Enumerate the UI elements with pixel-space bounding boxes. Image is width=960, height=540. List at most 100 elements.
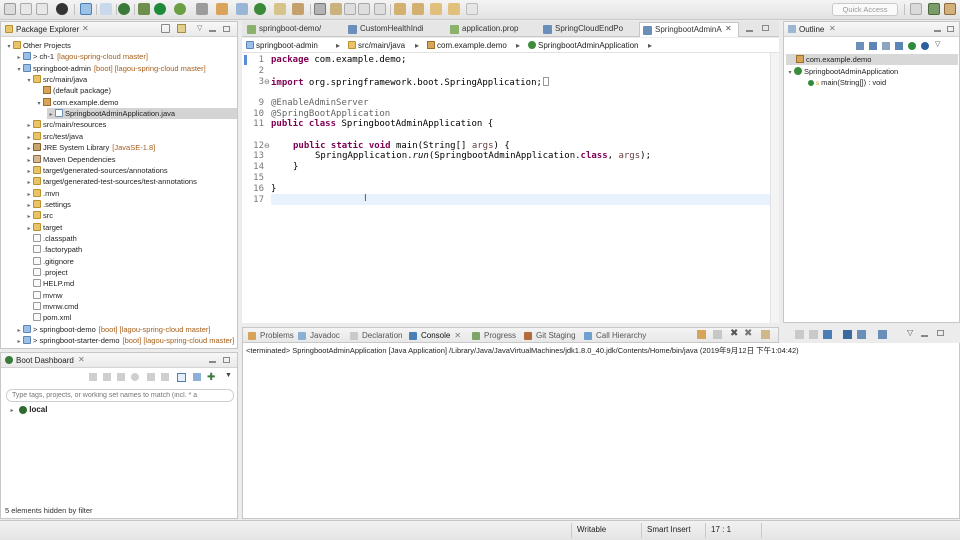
run-icon[interactable] — [154, 3, 166, 15]
tree-item[interactable]: (default package) — [35, 85, 111, 96]
maximize-icon[interactable] — [223, 357, 230, 363]
expand-arrow-icon[interactable]: ▾ — [25, 76, 33, 87]
mark-occurrences-icon[interactable] — [330, 3, 342, 15]
open-perspective-icon[interactable] — [910, 3, 922, 15]
console-icon[interactable] — [147, 373, 155, 381]
block-selection-icon[interactable] — [344, 3, 356, 15]
close-icon[interactable]: ✕ — [82, 24, 89, 33]
minimize-icon[interactable] — [209, 30, 216, 32]
tree-item[interactable]: .factorypath — [25, 244, 82, 255]
open-browser-icon[interactable] — [131, 373, 139, 381]
tab-springboot-demo[interactable]: springboot-demo/ — [244, 22, 344, 37]
tab-application-properties[interactable]: application.prop — [447, 22, 540, 37]
show-on-output-icon[interactable] — [823, 330, 832, 339]
breadcrumb-class[interactable]: SpringbootAdminApplication — [528, 41, 639, 50]
view-menu-icon[interactable]: ▽ — [935, 40, 940, 48]
expand-arrow-icon[interactable]: ▾ — [5, 42, 13, 53]
tree-item[interactable]: ▾ springboot-admin [boot] [lagou-spring-cl… — [15, 63, 206, 74]
expand-arrow-icon[interactable]: ▸ — [9, 407, 15, 414]
clear-console-icon[interactable] — [761, 330, 770, 339]
debug-icon[interactable] — [103, 373, 111, 381]
tree-item[interactable]: ▸ > ch-1 [lagou-spring-cloud master] — [15, 51, 148, 62]
tab-console[interactable]: Console ✕ — [409, 331, 461, 340]
tree-item[interactable]: ▸ SpringbootAdminApplication.java — [47, 108, 237, 120]
tab-custom-health[interactable]: CustomHealthIndi — [345, 22, 445, 37]
debug-icon[interactable] — [118, 3, 130, 15]
debug-perspective-icon[interactable] — [944, 3, 956, 15]
local-target[interactable]: ▸ local — [9, 405, 47, 414]
toggle-breadcrumb-icon[interactable] — [314, 3, 326, 15]
open-type-icon[interactable] — [274, 3, 286, 15]
spring-new-icon[interactable] — [254, 3, 266, 15]
maximize-icon[interactable] — [937, 330, 944, 336]
tree-item[interactable]: mvnw.cmd — [25, 301, 78, 312]
console-output-area[interactable]: <terminated> SpringbootAdminApplication … — [242, 343, 960, 519]
boot-filter-input[interactable] — [6, 389, 234, 402]
expand-arrow-icon[interactable]: ▾ — [786, 68, 794, 79]
quick-access-field[interactable]: Quick Access — [832, 3, 898, 16]
expand-arrow-icon[interactable]: ▾ — [15, 65, 23, 76]
collapse-all-icon[interactable] — [161, 24, 170, 33]
layout-icon[interactable] — [177, 373, 186, 382]
fold-toggle-icon[interactable]: ⊖ — [264, 142, 270, 150]
outline-item-main-method[interactable]: s main(String[]) : void — [808, 77, 886, 88]
breadcrumb-project[interactable]: springboot-admin — [246, 41, 318, 50]
boot-dashboard-title[interactable]: Boot Dashboard — [16, 356, 74, 365]
user-icon[interactable] — [56, 3, 68, 15]
tree-item[interactable]: .gitignore — [25, 256, 74, 267]
tab-javadoc[interactable]: Javadoc — [298, 331, 340, 340]
external-tools-icon[interactable] — [196, 3, 208, 15]
hide-static-icon[interactable] — [895, 42, 903, 50]
view-menu-icon[interactable]: ▽ — [197, 24, 202, 32]
tree-item[interactable]: ▾ com.example.demo — [35, 97, 118, 108]
start-icon[interactable] — [89, 373, 97, 381]
back-icon[interactable] — [430, 3, 442, 15]
hide-nonpublic-icon[interactable] — [908, 42, 916, 50]
tree-item[interactable]: ▸ .mvn — [25, 188, 59, 199]
maximize-icon[interactable] — [947, 26, 954, 32]
word-wrap-icon[interactable] — [809, 330, 818, 339]
boot-icon[interactable] — [138, 3, 150, 15]
minimize-icon[interactable] — [746, 30, 753, 32]
tree-item[interactable]: ▸ src — [25, 210, 53, 221]
new-package-icon[interactable] — [216, 3, 228, 15]
tree-item[interactable]: ▸ target — [25, 222, 62, 233]
tree-item[interactable]: HELP.md — [25, 278, 74, 289]
scroll-lock-icon[interactable] — [795, 330, 804, 339]
tree-item[interactable]: ▸ > springboot-starter-demo [boot] [lagou-… — [15, 335, 234, 346]
next-annotation-icon[interactable] — [394, 3, 406, 15]
tab-declaration[interactable]: Declaration — [350, 331, 402, 340]
tab-call-hierarchy[interactable]: Call Hierarchy — [584, 331, 646, 340]
breadcrumb-package[interactable]: com.example.demo — [427, 41, 507, 50]
pilcrow-icon[interactable] — [374, 3, 386, 15]
package-explorer-title[interactable]: Package Explorer — [16, 25, 79, 34]
save-all-icon[interactable] — [36, 3, 48, 15]
terminal-icon[interactable] — [80, 3, 92, 15]
outline-item-class[interactable]: ▾ SpringbootAdminApplication — [786, 66, 898, 77]
tree-item[interactable]: .project — [25, 267, 68, 278]
collapse-all-icon[interactable] — [856, 42, 864, 50]
tab-springboot-admin-application[interactable]: SpringbootAdminA — [639, 22, 739, 37]
refresh-icon[interactable] — [193, 373, 201, 381]
tree-item[interactable]: ▸ > springboot-demo [boot] [lagou-spring-c… — [15, 324, 210, 335]
hide-local-types-icon[interactable] — [921, 42, 929, 50]
forward-disabled-icon[interactable] — [466, 3, 478, 15]
tree-item[interactable]: ▸ .settings — [25, 199, 71, 210]
java-perspective-icon[interactable] — [928, 3, 940, 15]
overview-ruler[interactable] — [770, 53, 779, 323]
tree-item[interactable]: mvnw — [25, 290, 63, 301]
forward-icon[interactable] — [448, 3, 460, 15]
remove-terminated-icon[interactable]: ✖ — [744, 328, 752, 339]
remove-all-icon[interactable] — [713, 330, 722, 339]
minimize-icon[interactable] — [934, 30, 941, 32]
maximize-icon[interactable] — [762, 25, 769, 31]
minimize-icon[interactable] — [209, 361, 216, 363]
tree-item[interactable]: .classpath — [25, 233, 77, 244]
prev-annotation-icon[interactable] — [412, 3, 424, 15]
fold-toggle-icon[interactable]: ⊖ — [264, 78, 270, 86]
tab-problems[interactable]: Problems — [248, 331, 294, 340]
remove-launch-icon[interactable] — [697, 330, 706, 339]
add-icon[interactable]: ✚ — [207, 372, 215, 383]
sort-icon[interactable] — [869, 42, 877, 50]
tree-item[interactable]: ▸ src/main/resources — [25, 119, 106, 130]
